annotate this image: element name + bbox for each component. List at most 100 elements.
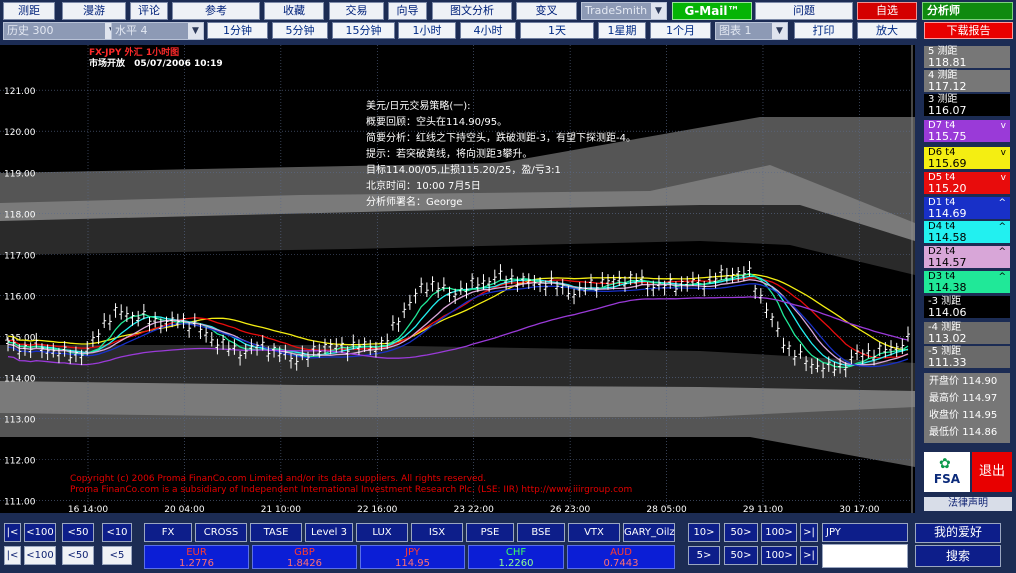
toolbar-analysis-button[interactable]: 图文分析 — [432, 2, 512, 20]
level-row[interactable]: D5 t4 115.20 v — [924, 172, 1010, 194]
zoom-button[interactable]: 放大 — [857, 22, 917, 39]
symbol-input[interactable]: JPY — [822, 523, 908, 542]
level-row[interactable]: 3 测距 116.07 — [924, 94, 1010, 116]
toolbar-roam-button[interactable]: 漫游 — [62, 2, 126, 20]
period-1hour-button[interactable]: 1小时 — [398, 22, 456, 39]
period-4hour-button[interactable]: 4小时 — [460, 22, 516, 39]
x-axis: 16 14:00 20 04:00 21 10:00 22 16:00 23 22:00… — [68, 505, 880, 515]
tab-lux[interactable]: LUX — [356, 523, 408, 542]
toolbar-reference-button[interactable]: 参考 — [172, 2, 260, 20]
chevron-up-icon[interactable]: ^ — [998, 198, 1006, 209]
level-row[interactable]: D6 t4 115.69 v — [924, 147, 1010, 169]
level-value: 114.58 — [928, 231, 967, 244]
favorites-button[interactable]: 我的爱好 — [915, 523, 1001, 543]
toolbar-wizard-button[interactable]: 向导 — [388, 2, 427, 20]
market-status-label: 市场开放 — [89, 59, 126, 69]
tab-pse[interactable]: PSE — [466, 523, 514, 542]
blank-input[interactable] — [822, 544, 908, 568]
gmail-button[interactable]: G-Mail™ — [672, 2, 752, 20]
question-button[interactable]: 问题 — [755, 2, 853, 20]
nav-fwd10-button[interactable]: 10> — [688, 523, 720, 542]
toolbar-comment-button[interactable]: 评论 — [130, 2, 168, 20]
tab-fx[interactable]: FX — [144, 523, 192, 542]
tab-tase[interactable]: TASE — [250, 523, 302, 542]
download-report-button[interactable]: 下载报告 — [924, 22, 1013, 39]
nav-back5-button[interactable]: <5 — [102, 546, 132, 565]
chevron-up-icon[interactable]: ^ — [998, 272, 1006, 283]
nav-first-button[interactable]: |< — [4, 523, 21, 542]
period-1day-button[interactable]: 1天 — [520, 22, 594, 39]
chevron-up-icon[interactable]: ^ — [998, 222, 1006, 233]
level-row[interactable]: D2 t4 114.57 ^ — [924, 246, 1010, 268]
source-select[interactable]: TradeSmith ▼ — [581, 2, 667, 20]
chevron-down-icon[interactable]: v — [1001, 173, 1006, 184]
currency-gbp[interactable]: GBP 1.8426 — [252, 545, 357, 569]
tab-gary-oilz[interactable]: GARY_Oilz — [623, 523, 675, 542]
tab-bse[interactable]: BSE — [517, 523, 565, 542]
exit-button[interactable]: 退出 — [972, 452, 1012, 492]
level-row[interactable]: -3 测距 114.06 — [924, 296, 1010, 318]
period-15min-button[interactable]: 15分钟 — [332, 22, 395, 39]
price-chart[interactable]: 121.00 120.00 119.00 118.00 117.00 116.00 115.… — [0, 45, 915, 515]
nav-last-button[interactable]: >| — [800, 546, 818, 565]
copyright-line: Copyright (c) 2006 Proma FinanCo.com Lim… — [70, 474, 487, 484]
level-row[interactable]: D4 t4 114.58 ^ — [924, 221, 1010, 243]
toolbar-cross-button[interactable]: 变叉 — [516, 2, 577, 20]
chevron-down-icon[interactable]: v — [1001, 148, 1006, 159]
nav-fwd5-button[interactable]: 5> — [688, 546, 720, 565]
chart-select[interactable]: 图表 1 ▼ — [715, 22, 788, 40]
level-row[interactable]: 5 测距 118.81 — [924, 46, 1010, 68]
period-1week-button[interactable]: 1星期 — [598, 22, 646, 39]
y-tick-label: 121.00 — [4, 87, 36, 97]
commentary-line: 目标114.00/05,止损115.20/25，盈/亏3:1 — [366, 165, 561, 176]
market-status: 市场开放 05/07/2006 10:19 — [89, 56, 223, 69]
chevron-down-icon[interactable]: v — [1001, 121, 1006, 132]
level-row[interactable]: -5 测距 111.33 — [924, 346, 1010, 368]
nav-fwd100-button[interactable]: 100> — [761, 523, 797, 542]
nav-back50-button[interactable]: <50 — [62, 523, 94, 542]
level-row[interactable]: -4 测距 113.02 — [924, 322, 1010, 344]
toolbar-measure-button[interactable]: 测距 — [3, 2, 55, 20]
currency-chf[interactable]: CHF 1.2260 — [468, 545, 564, 569]
nav-fwd50-button[interactable]: 50> — [724, 523, 758, 542]
legal-notice-link[interactable]: 法律声明 — [924, 497, 1012, 511]
analyst-button[interactable]: 分析师 — [922, 2, 1013, 20]
toolbar-trade-button[interactable]: 交易 — [329, 2, 384, 20]
level-row[interactable]: D3 t4 114.38 ^ — [924, 271, 1010, 293]
currency-jpy[interactable]: JPY 114.95 — [360, 545, 465, 569]
stat-high: 最高价 114.97 — [929, 393, 998, 404]
nav-back50-button[interactable]: <50 — [62, 546, 94, 565]
nav-back10-button[interactable]: <10 — [102, 523, 132, 542]
x-tick-label: 26 23:00 — [550, 505, 591, 513]
level-row[interactable]: D1 t4 114.69 ^ — [924, 197, 1010, 219]
tab-vtx[interactable]: VTX — [568, 523, 620, 542]
period-1month-button[interactable]: 1个月 — [650, 22, 711, 39]
history-select[interactable]: 历史 300 ▼ — [3, 22, 121, 40]
currency-eur[interactable]: EUR 1.2776 — [144, 545, 249, 569]
period-1min-button[interactable]: 1分钟 — [207, 22, 268, 39]
search-button[interactable]: 搜索 — [915, 545, 1001, 567]
print-button[interactable]: 打印 — [794, 22, 853, 39]
level-value: 115.20 — [928, 182, 967, 195]
toolbar-favorite-button[interactable]: 收藏 — [264, 2, 324, 20]
nav-fwd100-button[interactable]: 100> — [761, 546, 797, 565]
self-select-button[interactable]: 自选 — [857, 2, 917, 20]
chevron-up-icon[interactable]: ^ — [998, 247, 1006, 258]
nav-first-button[interactable]: |< — [4, 546, 21, 565]
currency-aud[interactable]: AUD 0.7443 — [567, 545, 675, 569]
level-row[interactable]: D7 t4 115.75 v — [924, 120, 1010, 142]
period-5min-button[interactable]: 5分钟 — [272, 22, 328, 39]
y-tick-label: 116.00 — [4, 292, 36, 302]
tab-isx[interactable]: ISX — [411, 523, 463, 542]
commentary-line: 北京时间：10:00 7月5日 — [366, 181, 481, 192]
level-value: 114.57 — [928, 256, 967, 269]
tab-level3[interactable]: Level 3 — [305, 523, 353, 542]
nav-fwd50-button[interactable]: 50> — [724, 546, 758, 565]
nav-back100-button[interactable]: <100 — [24, 546, 56, 565]
nav-back100-button[interactable]: <100 — [24, 523, 56, 542]
tab-cross[interactable]: CROSS — [195, 523, 247, 542]
level-value: 114.69 — [928, 207, 967, 220]
nav-last-button[interactable]: >| — [800, 523, 818, 542]
level-select[interactable]: 水平 4 ▼ — [111, 22, 204, 40]
level-row[interactable]: 4 测距 117.12 — [924, 70, 1010, 92]
